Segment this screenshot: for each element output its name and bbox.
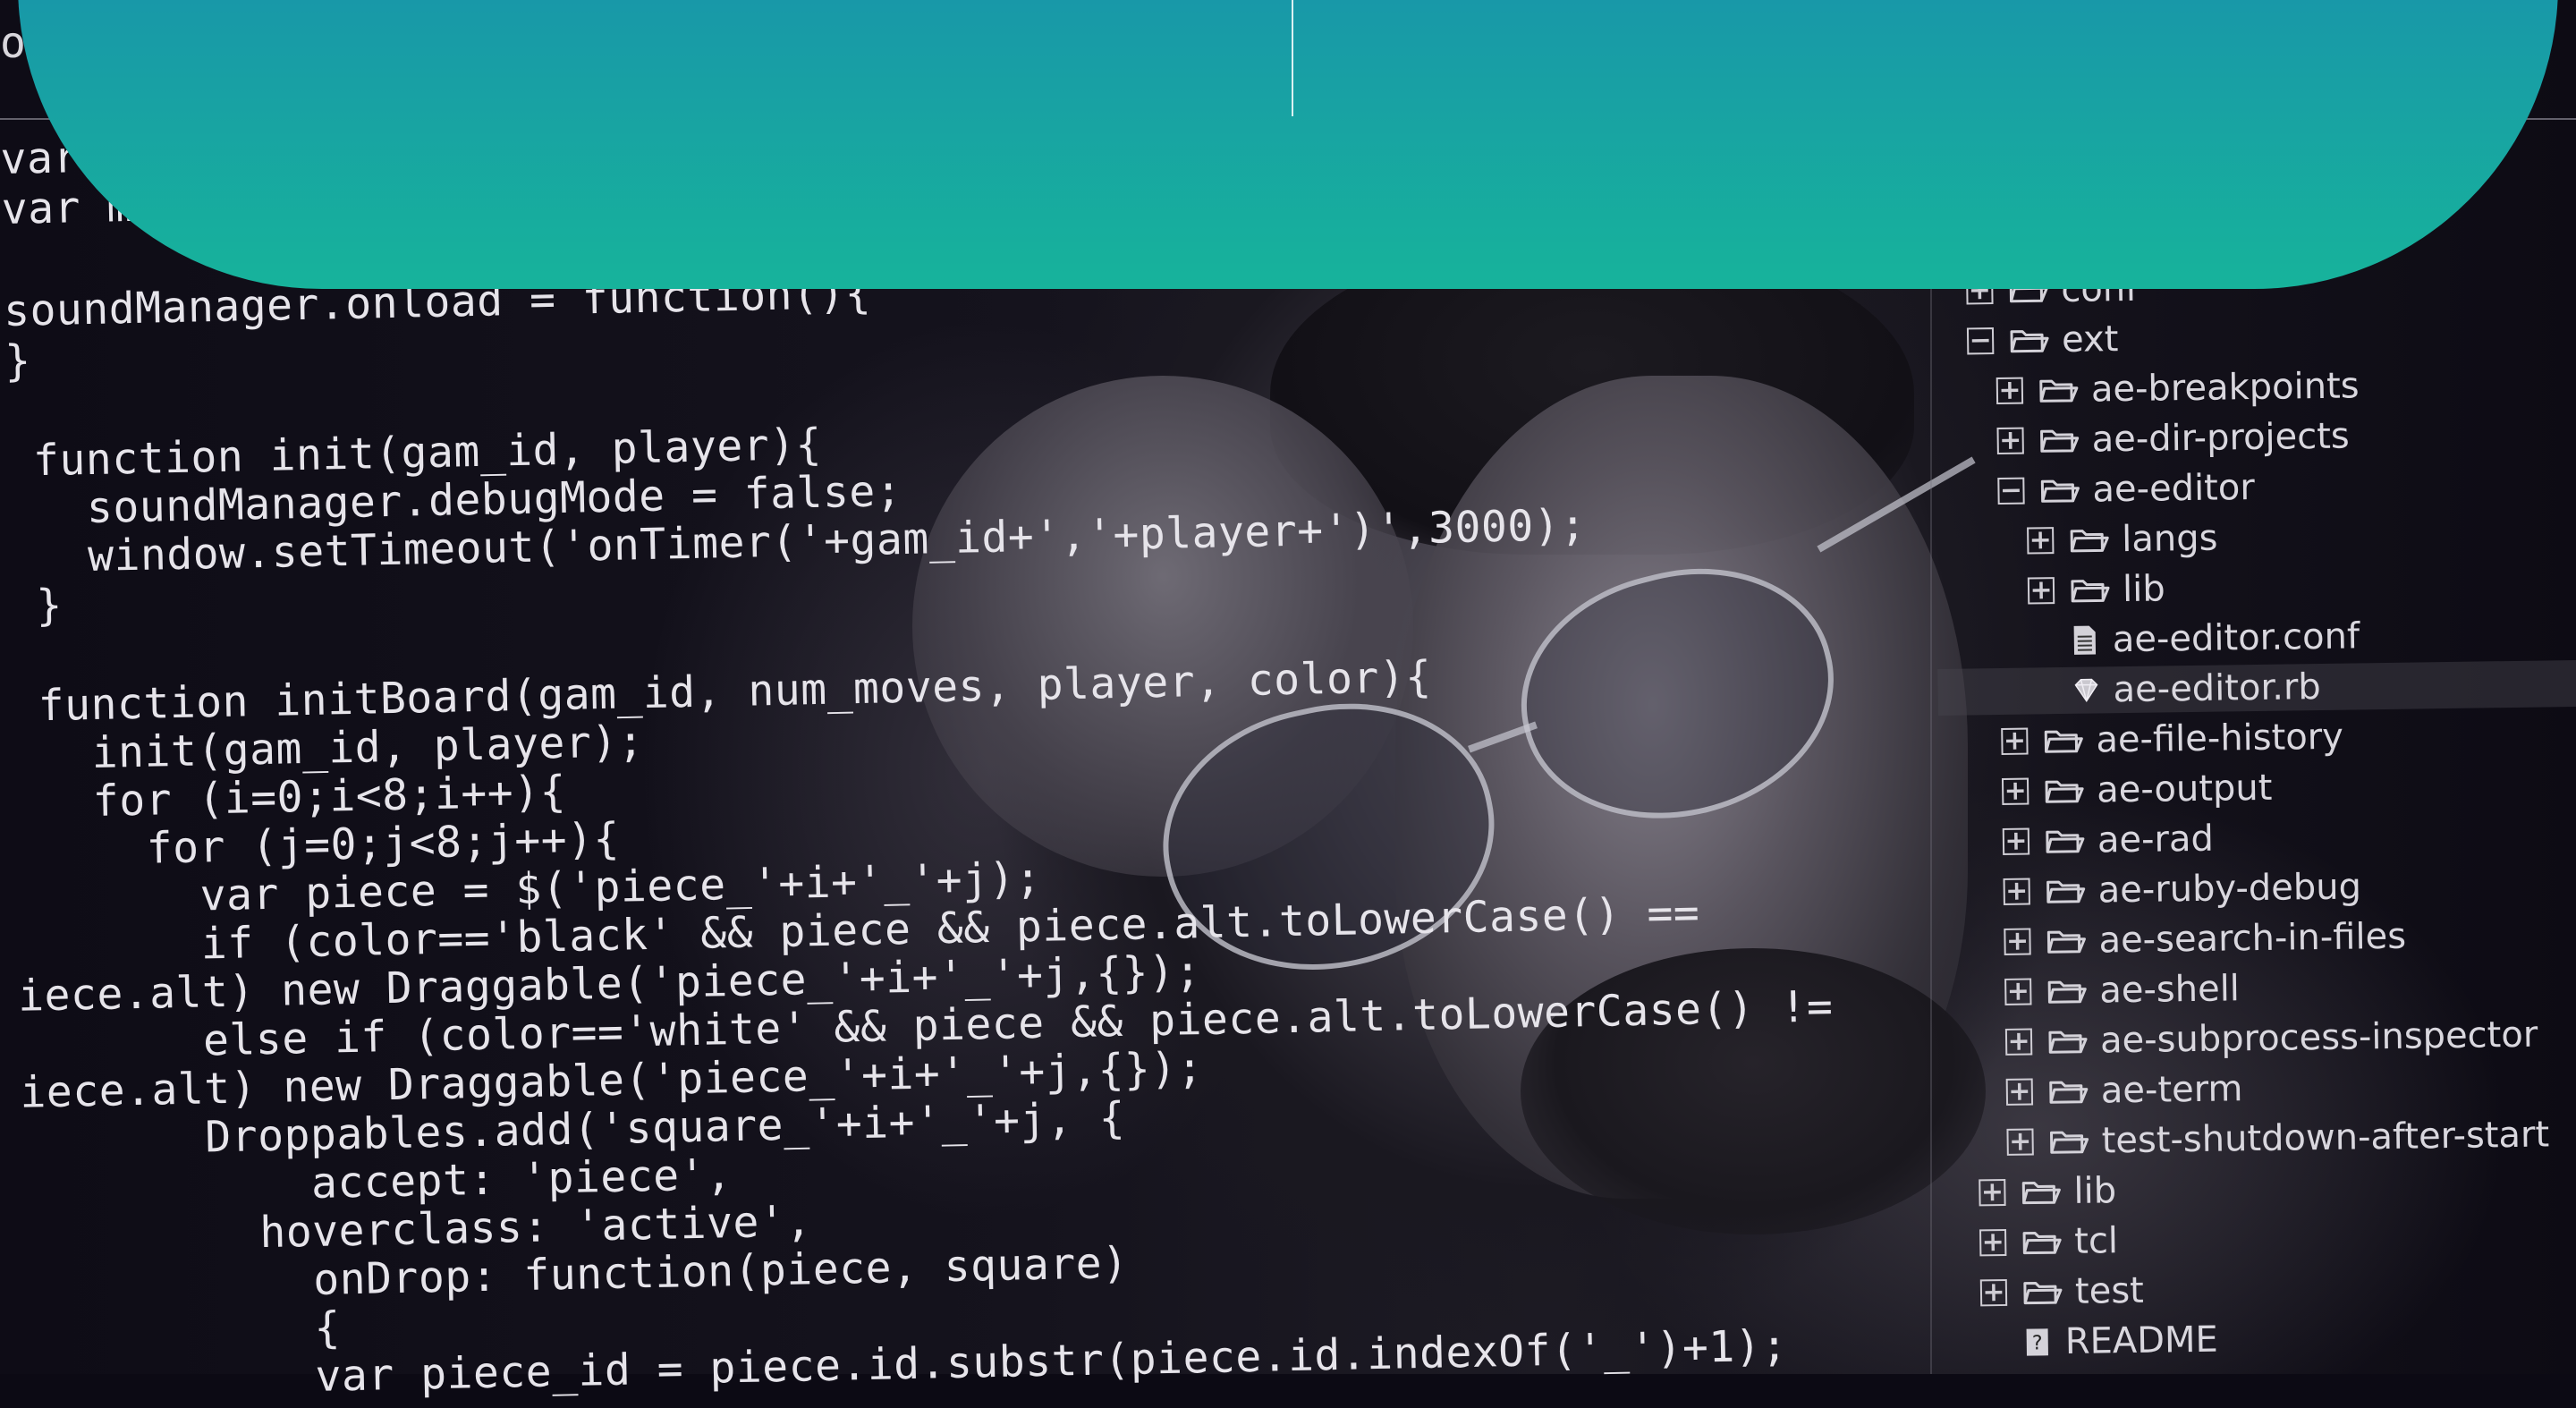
folder-icon [2046,830,2085,853]
folder-icon [2040,429,2080,453]
expand-icon[interactable]: + [1996,375,2024,406]
tree-item-label: ae-term [2100,1068,2243,1112]
tree-item[interactable]: + langs [2027,515,2218,564]
folder-icon [2050,1131,2089,1154]
collapse-icon[interactable]: − [1966,325,1995,356]
folder-icon [2022,1231,2062,1255]
tree-item[interactable]: + lib [2027,565,2165,614]
tree-item[interactable]: + ae-output [2001,765,2273,815]
expand-icon[interactable]: + [2001,776,2029,807]
tree-item-label: ae-editor [2092,466,2256,511]
folder-icon [2071,580,2110,603]
expand-icon[interactable]: + [1979,1226,2007,1258]
tree-item[interactable]: + ae-dir-projects [1996,413,2350,464]
tree-item[interactable]: − ext [1966,316,2119,364]
expand-icon[interactable]: + [2004,1026,2033,1057]
document-icon [2073,625,2097,655]
tree-item-label: lib [2073,1170,2117,1212]
code-line: } [9,580,64,632]
folder-icon [2049,1081,2089,1104]
expand-icon[interactable]: + [2003,876,2030,907]
tree-item-label: ae-editor.rb [2113,666,2322,711]
tree-item-label: ae-output [2096,767,2273,811]
tree-item[interactable]: + ae-breakpoints [1996,362,2360,414]
folder-icon [2023,1281,2063,1305]
tree-item-label: ae-file-history [2096,716,2344,761]
tree-item-label: ext [2061,318,2119,360]
expand-icon[interactable]: + [2001,725,2029,757]
tree-item-label: langs [2121,517,2218,561]
folder-icon [2047,980,2087,1004]
expand-icon[interactable]: + [2005,1076,2034,1107]
folder-icon [2010,330,2049,353]
tree-item-label: ae-editor.conf [2112,615,2360,661]
tree-item[interactable]: + ae-search-in-files [2004,913,2406,965]
folder-icon [2070,530,2109,553]
tree-item-label: lib [2122,568,2165,611]
folder-icon [2048,1031,2088,1054]
tree-item[interactable]: + ae-file-history [2001,714,2343,765]
ruby-gem-icon [2074,678,2098,702]
tree-item[interactable]: + test-shutdown-after-start [2006,1111,2549,1165]
tree-item-label: ae-rad [2097,818,2215,861]
tree-item[interactable]: + ae-subprocess-inspector [2004,1012,2538,1065]
folder-icon [2046,930,2086,954]
tree-item[interactable]: ? README [1980,1317,2218,1367]
tree-item-label: ae-breakpoints [2090,365,2360,411]
header-banner [18,0,2558,289]
code-line: { [24,1302,342,1360]
tree-item-label: test [2074,1269,2145,1312]
folder-icon [2046,880,2086,903]
file-tree: + conf − ext + ae-breakpoints + ae-dir-projects… [1932,259,2576,1378]
expand-icon[interactable]: + [2006,1126,2034,1158]
expand-icon[interactable]: + [2027,524,2055,556]
tree-item[interactable]: ae-editor.rb [1937,658,2576,716]
expand-icon[interactable]: + [2027,574,2055,606]
expand-icon[interactable]: + [1979,1277,2008,1308]
expand-icon[interactable]: + [2002,826,2030,857]
tree-item[interactable]: + tcl [1979,1217,2119,1266]
banner-divider [1292,0,1293,116]
tree-item[interactable]: ae-editor.conf [2028,613,2360,664]
tree-item-label: ae-subprocess-inspector [2099,1014,2538,1062]
svg-text:?: ? [2032,1332,2043,1354]
folder-icon [2045,780,2084,803]
folder-icon [2021,1182,2061,1205]
folder-icon [2044,730,2083,753]
expand-icon[interactable]: + [2004,926,2031,957]
tree-item[interactable]: + test [1979,1268,2145,1317]
expand-icon[interactable]: + [1979,1176,2006,1208]
folder-icon [2039,379,2079,403]
tree-item-label: ae-shell [2098,968,2241,1012]
tree-divider [1930,179,1932,1374]
tree-item-label: test-shutdown-after-start [2101,1114,2550,1162]
tree-item-label: ae-dir-projects [2091,415,2351,461]
tree-item[interactable]: − ae-editor [1997,464,2255,514]
code-line: function initBoard(gam_id, num_moves, pl… [11,651,1433,732]
code-line: } [4,335,32,386]
tree-item[interactable]: + ae-ruby-debug [2003,863,2361,915]
tree-item-label: ae-search-in-files [2098,915,2407,962]
tree-item-label: ae-ruby-debug [2097,866,2362,912]
folder-icon [2040,479,2080,503]
expand-icon[interactable]: + [1996,425,2024,456]
tree-item[interactable]: + ae-term [2005,1065,2243,1115]
help-file-icon: ? [2026,1328,2048,1356]
tree-item-label: README [2064,1319,2219,1363]
tree-item[interactable]: + ae-rad [2002,816,2215,865]
tree-item-label: tcl [2073,1220,2119,1262]
tree-item[interactable]: + lib [1979,1167,2116,1216]
expand-icon[interactable]: + [2004,976,2032,1007]
tree-item[interactable]: + ae-shell [2004,965,2240,1015]
collapse-icon[interactable]: − [1997,475,2025,506]
